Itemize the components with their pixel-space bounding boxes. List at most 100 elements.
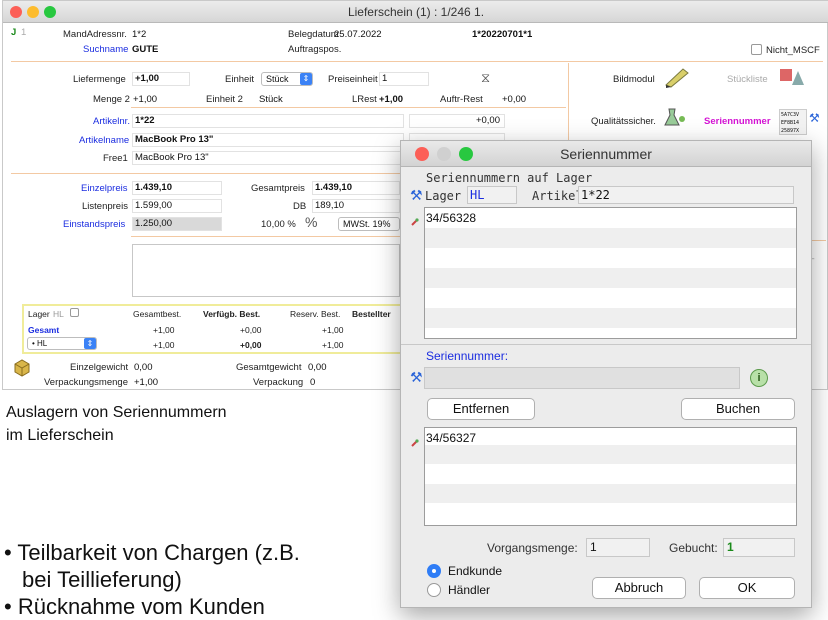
caption-line-2: im Lieferschein (6, 427, 114, 444)
suchname-label[interactable]: Suchname (83, 44, 128, 55)
lager-select[interactable]: • HL ⇕ (27, 337, 97, 350)
chevron-updown-icon: ⇕ (84, 338, 96, 349)
preiseinheit-field[interactable]: 1 (379, 72, 429, 86)
stock-header-bestellter: Bestellter (352, 309, 391, 319)
einstandspreis-field: 1.250,00 (132, 217, 222, 231)
einstandspreis-label[interactable]: Einstandspreis (63, 219, 125, 230)
liefermenge-field[interactable]: +1,00 (132, 72, 190, 86)
einheit-select[interactable]: Stück ⇕ (261, 72, 313, 86)
free1-field[interactable]: MacBook Pro 13" (132, 151, 404, 165)
artikel-field[interactable]: 1*22 (578, 186, 794, 204)
flask-icon[interactable] (663, 107, 687, 129)
amount-field[interactable]: +0,00 (409, 114, 505, 128)
mwst-select[interactable]: MWSt. 19% (338, 217, 400, 231)
verpackungsmenge-value[interactable]: +1,00 (134, 377, 158, 388)
belegdatum-label: Belegdatum (288, 29, 339, 40)
belegdatum-value[interactable]: 25.07.2022 (334, 29, 382, 40)
mandadressnr-value[interactable]: 1*2 (132, 29, 146, 40)
artikelnr-field[interactable]: 1*22 (132, 114, 404, 128)
suchname-value[interactable]: GUTE (132, 44, 158, 55)
seriennummer-input[interactable] (424, 367, 740, 389)
beleg-number: 1*20220701*1 (472, 29, 533, 40)
entfernen-button[interactable]: Entfernen (427, 398, 535, 420)
verpackung-label: Verpackung (253, 377, 304, 388)
stock-header-hl: HL (53, 309, 64, 319)
lager-field[interactable]: HL (467, 186, 517, 204)
gesamt-reserv: +1,00 (322, 325, 344, 335)
close-window-button[interactable] (10, 6, 22, 18)
window-titlebar: Lieferschein (1) : 1/246 1. (3, 1, 828, 23)
einzelgewicht-value[interactable]: 0,00 (134, 362, 153, 373)
einheit-label: Einheit (225, 74, 255, 85)
list-item[interactable]: 34/56327 (426, 431, 476, 445)
gesamt-label: Gesamt (28, 325, 60, 335)
endkunde-label[interactable]: Endkunde (448, 564, 502, 578)
menge2-value[interactable]: +1,00 (133, 94, 157, 105)
pencil-icon[interactable] (663, 65, 691, 89)
list-stripe (425, 445, 796, 464)
mandadressnr-label: MandAdressnr. (63, 29, 127, 40)
stueckliste-label: Stückliste (727, 74, 768, 85)
endkunde-radio[interactable] (427, 564, 441, 578)
booked-serial-list[interactable]: 34/56327 (424, 427, 797, 526)
artikelname-field[interactable]: MacBook Pro 13" (132, 133, 404, 147)
package-icon[interactable] (13, 359, 31, 377)
seriennummer-label[interactable]: Seriennummer (704, 116, 771, 127)
info-icon[interactable]: i (750, 369, 768, 387)
verpackung-value[interactable]: 0 (310, 377, 315, 388)
list-stripe (425, 308, 796, 328)
einzelpreis-field[interactable]: 1.439,10 (132, 181, 222, 195)
zoom-window-button[interactable] (44, 6, 56, 18)
bildmodul-label: Bildmodul (613, 74, 655, 85)
status-mark: J (11, 27, 17, 38)
einzelpreis-label[interactable]: Einzelpreis (81, 183, 127, 194)
bullet-2: • Rücknahme vom Kunden (4, 594, 265, 619)
bullet-1-line-1: • Teilbarkeit von Chargen (z.B. (4, 540, 300, 565)
hourglass-icon[interactable]: ⧖ (481, 70, 490, 86)
chevron-updown-icon: ⇕ (300, 73, 312, 85)
barcode-icon[interactable]: 5A7C3V EF8B14 25897X (779, 109, 807, 135)
lrest-label: LRest (352, 94, 377, 105)
einheit2-value[interactable]: Stück (259, 94, 283, 105)
minimize-window-button[interactable] (27, 6, 39, 18)
close-dialog-button[interactable] (415, 147, 429, 161)
stock-serial-list[interactable]: 34/56328 (424, 207, 797, 339)
gebucht-field: 1 (723, 538, 795, 557)
window-title: Lieferschein (1) : 1/246 1. (347, 5, 485, 19)
preiseinheit-label: Preiseinheit (328, 74, 378, 85)
buchen-button[interactable]: Buchen (681, 398, 795, 420)
hl-gesamtbest: +1,00 (153, 340, 175, 350)
abbruch-button[interactable]: Abbruch (592, 577, 686, 599)
haendler-label[interactable]: Händler (448, 583, 490, 597)
gesamtgewicht-value: 0,00 (308, 362, 327, 373)
wand-icon[interactable]: ⚒ (410, 369, 423, 386)
vorgangsmenge-field: 1 (586, 538, 650, 557)
haendler-radio[interactable] (427, 583, 441, 597)
percent-icon[interactable]: % (305, 214, 317, 230)
nicht-mscf-checkbox[interactable] (751, 44, 762, 55)
menge2-label: Menge 2 (93, 94, 130, 105)
artikelnr-label[interactable]: Artikelnr. (93, 116, 130, 127)
auftr-rest-label: Auftr-Rest (440, 94, 483, 105)
seriennummer-dialog: Seriennummer Seriennummern auf Lager ⚒ L… (400, 140, 812, 608)
pin-icon (411, 434, 419, 447)
zoom-dialog-button[interactable] (459, 147, 473, 161)
parts-list-icon[interactable] (778, 65, 806, 89)
listenpreis-field[interactable]: 1.599,00 (132, 199, 222, 213)
wand-icon[interactable]: ⚒ (809, 111, 820, 125)
einheit-select-value: Stück (266, 74, 289, 84)
gesamtpreis-label: Gesamtpreis (251, 183, 305, 194)
seriennummer-field-label: Seriennummer: (426, 349, 509, 363)
ok-button[interactable]: OK (699, 577, 795, 599)
list-item[interactable]: 34/56328 (426, 211, 476, 225)
notes-textarea[interactable] (132, 244, 400, 297)
gesamtpreis-field[interactable]: 1.439,10 (312, 181, 400, 195)
wand-icon[interactable]: ⚒ (410, 187, 423, 204)
minimize-dialog-button[interactable] (437, 147, 451, 161)
caption-line-1: Auslagern von Seriennummern (6, 404, 227, 421)
lager-checkbox[interactable] (70, 308, 79, 317)
divider (401, 344, 811, 345)
nicht-mscf-label: Nicht_MSCF (766, 45, 820, 56)
artikelname-label[interactable]: Artikelname (79, 135, 129, 146)
stock-header-gesamtbest: Gesamtbest. (133, 309, 182, 319)
